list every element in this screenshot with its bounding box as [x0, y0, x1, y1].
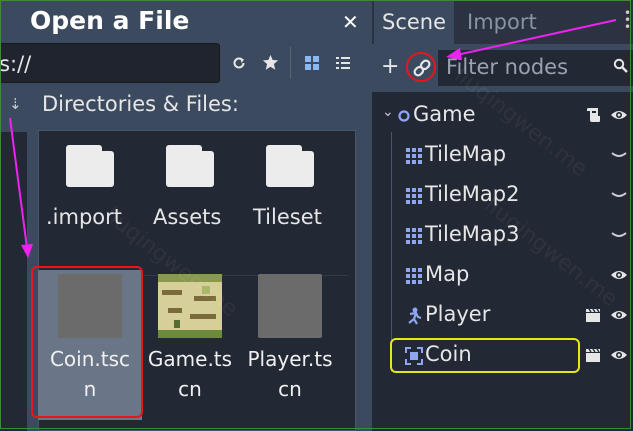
kinematic-body-icon [408, 307, 422, 325]
node2d-icon [398, 110, 410, 122]
filter-nodes-input[interactable]: Filter nodes [438, 50, 633, 86]
directories-label: Directories & Files: [42, 92, 239, 116]
node-label: TileMap2 [425, 182, 520, 206]
hidden-eye-icon[interactable] [610, 186, 628, 204]
highlight-coin-node [390, 338, 580, 373]
refresh-icon[interactable] [231, 55, 247, 71]
tree-node-tilemap2[interactable]: TileMap2 [372, 176, 633, 216]
path-input[interactable]: res:// [0, 43, 220, 83]
dialog-title-bar: Open a File ✕ [0, 0, 372, 46]
file-item-game[interactable]: Game.ts cn [138, 270, 242, 420]
node-label: Game [413, 102, 476, 126]
hidden-eye-icon[interactable] [610, 146, 628, 164]
favorite-star-icon[interactable] [262, 54, 279, 71]
folder-icon[interactable] [66, 145, 114, 187]
file-name-line: cn [278, 377, 302, 401]
scene-thumbnail [158, 274, 222, 338]
folder-icon[interactable] [166, 145, 214, 187]
folder-icon[interactable] [266, 145, 314, 187]
tree-node-game[interactable]: ⌄ Game [372, 96, 633, 136]
dock-menu-icon[interactable]: • • • [624, 7, 631, 33]
tilemap-icon [406, 148, 422, 164]
open-scene-clapper-icon[interactable] [584, 306, 602, 324]
node-label: Map [425, 262, 470, 286]
grid-view-icon[interactable] [305, 56, 319, 70]
hidden-eye-icon[interactable] [610, 226, 628, 244]
visibility-eye-icon[interactable] [610, 346, 628, 364]
path-value: res:// [0, 52, 32, 76]
open-scene-clapper-icon[interactable] [584, 346, 602, 364]
dock-tabs: Scene Import • • • [372, 0, 633, 44]
file-item-player[interactable]: Player.ts cn [238, 270, 342, 420]
folder-label-tileset[interactable]: Tileset [253, 205, 322, 229]
tilemap-icon [406, 188, 422, 204]
tilemap-icon [406, 228, 422, 244]
tree-node-tilemap[interactable]: TileMap [372, 136, 633, 176]
highlight-coin-file [31, 266, 143, 418]
node-label: TileMap3 [425, 222, 520, 246]
tree-node-map[interactable]: Map [372, 256, 633, 296]
visibility-eye-icon[interactable] [610, 266, 628, 284]
node-label: Player [425, 302, 491, 326]
file-name-line: cn [178, 377, 202, 401]
tilemap-icon [406, 268, 422, 284]
add-node-icon[interactable]: + [381, 54, 399, 79]
file-name-line: Game.ts [147, 347, 233, 371]
tab-scene[interactable]: Scene [374, 0, 455, 44]
script-icon[interactable] [584, 106, 602, 124]
toolbar-separator [290, 47, 291, 79]
sort-down-icon[interactable]: ⇣ [9, 95, 22, 113]
scene-thumbnail [258, 274, 322, 338]
folder-label-import[interactable]: .import [46, 205, 122, 229]
tree-node-player[interactable]: Player [372, 296, 633, 336]
node-label: TileMap [425, 142, 507, 166]
highlight-instance-button [406, 52, 436, 82]
tab-import[interactable]: Import [459, 0, 545, 44]
search-icon [613, 58, 628, 73]
favorites-panel [0, 132, 27, 431]
filter-placeholder: Filter nodes [446, 55, 569, 79]
visibility-eye-icon[interactable] [610, 306, 628, 324]
list-view-icon[interactable] [336, 56, 350, 70]
tree-node-tilemap3[interactable]: TileMap3 [372, 216, 633, 256]
visibility-eye-icon[interactable] [610, 106, 628, 124]
folder-label-assets[interactable]: Assets [153, 205, 221, 229]
dialog-title: Open a File [30, 6, 190, 35]
close-icon[interactable]: ✕ [342, 10, 359, 34]
file-name-line: Player.ts [247, 347, 333, 371]
